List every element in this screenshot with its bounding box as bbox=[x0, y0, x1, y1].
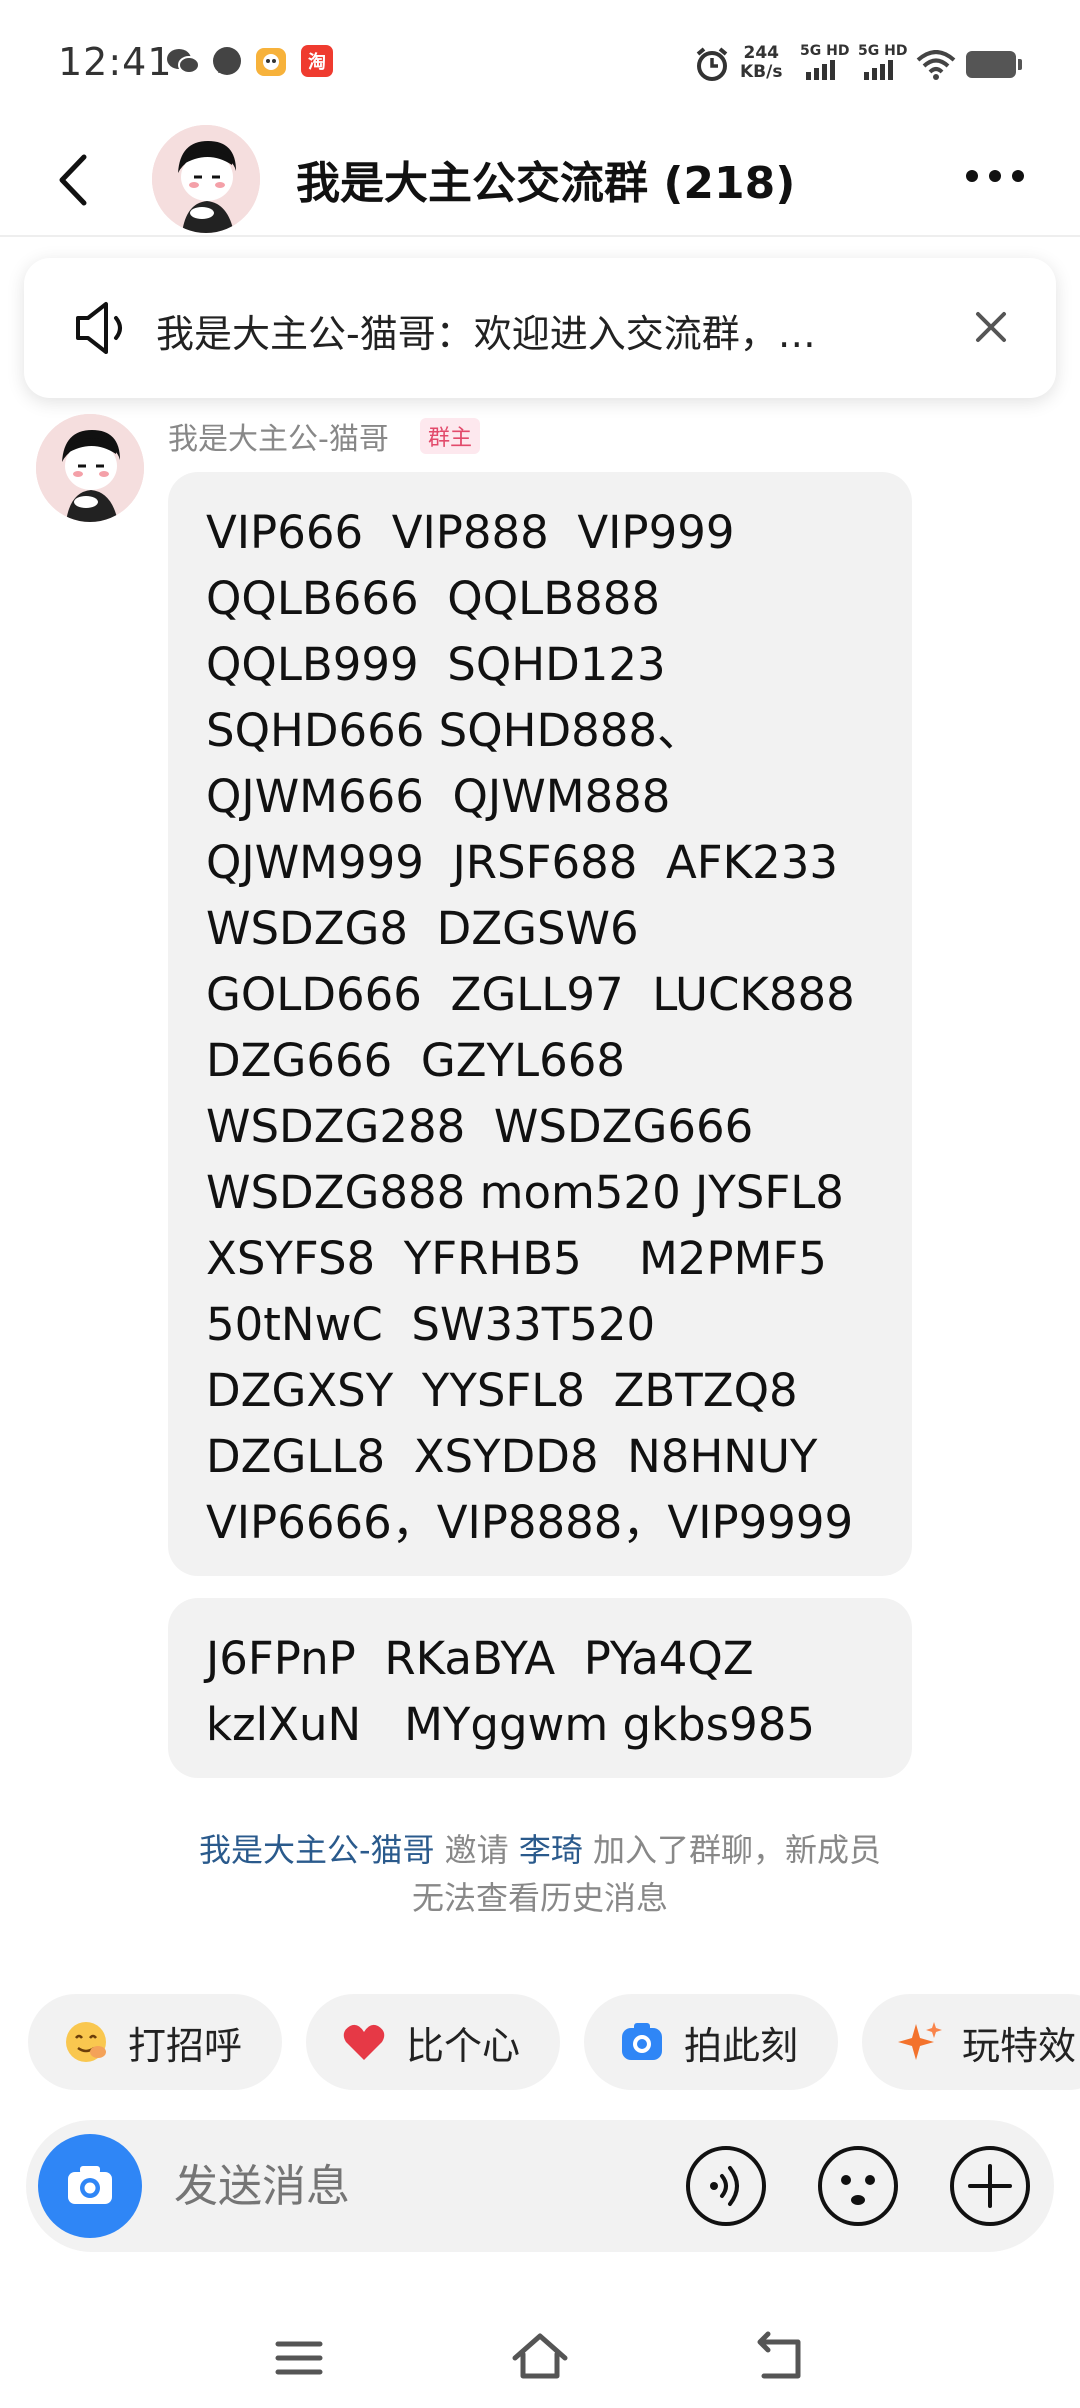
clock: 12:41 bbox=[58, 40, 173, 84]
system-message: 我是大主公-猫哥 邀请 李琦 加入了群聊，新成员 bbox=[0, 1826, 1080, 1874]
chat-title: 我是大主公交流群 (218) bbox=[296, 158, 796, 209]
message-input-bar bbox=[26, 2120, 1054, 2252]
quick-action-label: 打招呼 bbox=[128, 2023, 243, 2068]
status-bar: 12:41 淘 244 KB/s 5G HD 5G HD bbox=[0, 0, 1080, 125]
voice-icon[interactable] bbox=[684, 2144, 768, 2228]
message-bubble[interactable]: J6FPnP RKaBYA PYa4QZ kzlXuN MYggwm gkbs9… bbox=[168, 1598, 912, 1778]
svg-text:淘: 淘 bbox=[308, 51, 326, 73]
message-line: GOLD666 ZGLL97 LUCK888 bbox=[206, 968, 855, 1021]
sim1-label: 5G HD bbox=[800, 43, 850, 59]
sparkle-icon bbox=[896, 2018, 944, 2066]
system-tail: 加入了群聊，新成员 bbox=[582, 1831, 882, 1869]
quick-action-label: 拍此刻 bbox=[684, 2023, 799, 2068]
sim2-label: 5G HD bbox=[858, 43, 908, 59]
message-line: VIP666 VIP888 VIP999 bbox=[206, 506, 735, 559]
announcement-text: 我是大主公-猫哥：欢迎进入交流群，… bbox=[156, 312, 816, 356]
message-line: kzlXuN MYggwm gkbs985 bbox=[206, 1698, 816, 1751]
message-line: SQHD666 SQHD888、 bbox=[206, 704, 703, 757]
sim2-signal-icon bbox=[864, 60, 893, 80]
message-line: J6FPnP RKaBYA PYa4QZ bbox=[206, 1632, 754, 1685]
quick-action-label: 比个心 bbox=[406, 2023, 521, 2068]
heart-icon bbox=[340, 2018, 388, 2066]
alarm-icon bbox=[696, 47, 728, 81]
message-line: DZGLL8 XSYDD8 N8HNUY bbox=[206, 1430, 818, 1483]
system-navigation-bar bbox=[0, 2300, 1080, 2408]
home-icon[interactable] bbox=[505, 2328, 575, 2388]
message-line: WSDZG8 DZGSW6 bbox=[206, 902, 639, 955]
quick-action-label: 玩特效 bbox=[962, 2023, 1077, 2068]
message-line: XSYFS8 YFRHB5 M2PMF5 bbox=[206, 1232, 827, 1285]
taobao-notification-icon: 淘 bbox=[301, 45, 333, 77]
cartoon-avatar-icon bbox=[36, 414, 144, 522]
message-line: WSDZG288 WSDZG666 bbox=[206, 1100, 754, 1153]
back-nav-icon[interactable] bbox=[746, 2328, 816, 2388]
close-icon[interactable] bbox=[968, 304, 1014, 350]
group-announcement-banner[interactable]: 我是大主公-猫哥：欢迎进入交流群，… bbox=[24, 258, 1056, 398]
more-options-icon[interactable] bbox=[960, 151, 1030, 201]
sender-name: 我是大主公-猫哥 bbox=[168, 422, 389, 457]
wifi-icon bbox=[916, 50, 956, 80]
group-avatar[interactable] bbox=[152, 125, 260, 233]
inviter-link[interactable]: 我是大主公-猫哥 bbox=[199, 1831, 435, 1869]
message-line: DZG666 GZYL668 bbox=[206, 1034, 625, 1087]
message-line: VIP6666，VIP8888，VIP9999 bbox=[206, 1496, 854, 1549]
system-message-line2: 无法查看历史消息 bbox=[411, 1879, 668, 1917]
add-icon[interactable] bbox=[948, 2144, 1032, 2228]
message-line: QQLB666 QQLB888 bbox=[206, 572, 660, 625]
message-line: 50tNwC SW33T520 bbox=[206, 1298, 656, 1351]
message-line: WSDZG888 mom520 JYSFL8 bbox=[206, 1166, 844, 1219]
chat-header: 我是大主公交流群 (218) bbox=[0, 125, 1080, 235]
quick-action-effects[interactable]: 玩特效 bbox=[862, 1994, 1080, 2090]
message-line: QJWM999 JRSF688 AFK233 bbox=[206, 836, 839, 889]
camera-icon bbox=[68, 2166, 112, 2204]
message-line: QQLB999 SQHD123 bbox=[206, 638, 666, 691]
header-divider bbox=[0, 235, 1080, 237]
speaker-icon bbox=[76, 302, 122, 354]
message-bubble[interactable]: VIP666 VIP888 VIP999 QQLB666 QQLB888 QQL… bbox=[168, 472, 912, 1576]
message-input[interactable] bbox=[172, 2160, 556, 2213]
camera-button[interactable] bbox=[38, 2134, 142, 2238]
app-notification-icon bbox=[256, 48, 286, 76]
menu-icon[interactable] bbox=[264, 2328, 334, 2388]
group-owner-badge: 群主 bbox=[420, 418, 481, 454]
wechat-icon bbox=[167, 49, 200, 74]
cartoon-avatar-icon bbox=[152, 125, 260, 233]
quick-action-greet[interactable]: 打招呼 bbox=[28, 1994, 282, 2090]
sim1-signal-icon bbox=[806, 60, 835, 80]
wave-emoji-icon bbox=[62, 2018, 110, 2066]
quick-action-heart[interactable]: 比个心 bbox=[306, 1994, 560, 2090]
system-verb: 邀请 bbox=[434, 1831, 519, 1869]
battery-icon bbox=[966, 51, 1022, 78]
sender-avatar[interactable] bbox=[36, 414, 144, 522]
message-icon bbox=[213, 47, 241, 75]
back-arrow-icon[interactable] bbox=[48, 145, 108, 215]
network-speed: 244 KB/s bbox=[740, 43, 783, 82]
quick-action-capture[interactable]: 拍此刻 bbox=[584, 1994, 838, 2090]
invitee-link[interactable]: 李琦 bbox=[519, 1831, 583, 1869]
emoji-icon[interactable] bbox=[816, 2144, 900, 2228]
message-line: QJWM666 QJWM888 bbox=[206, 770, 671, 823]
camera-icon bbox=[618, 2018, 666, 2066]
message-line: DZGXSY YYSFL8 ZBTZQ8 bbox=[206, 1364, 798, 1417]
